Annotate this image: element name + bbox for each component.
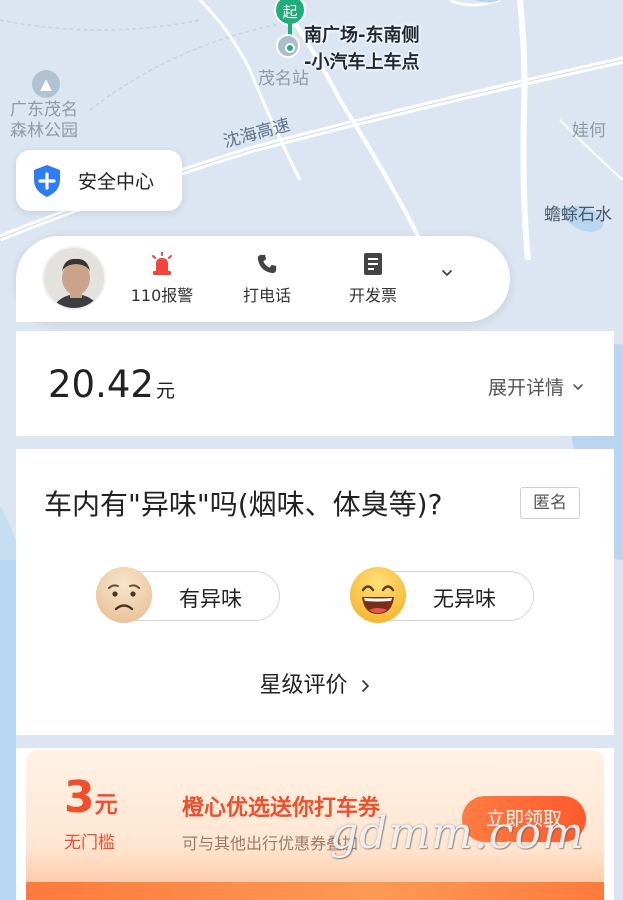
village-label: 娃何 xyxy=(572,121,606,141)
pickup-line-1: 南广场-东南侧 xyxy=(304,25,420,46)
has-odor-button[interactable]: 有异味 xyxy=(96,567,280,623)
safety-center-button[interactable]: 安全中心 xyxy=(16,150,182,211)
station-label: 茂名站 xyxy=(258,69,309,89)
expand-details-button[interactable]: 展开详情 xyxy=(488,373,584,400)
chevron-right-icon xyxy=(361,680,369,692)
anonymous-badge: 匿名 xyxy=(520,487,580,519)
driver-photo xyxy=(44,248,104,308)
coupon-unit: 元 xyxy=(94,792,118,818)
coupon-threshold: 无门槛 xyxy=(64,833,115,853)
no-odor-label: 无异味 xyxy=(433,587,496,611)
invoice-label: 开发票 xyxy=(348,286,397,305)
sad-face-icon xyxy=(96,567,152,623)
park-label: 广东茂名 森林公园 xyxy=(10,100,78,142)
expand-details-label: 展开详情 xyxy=(487,377,564,399)
odor-question: 车内有"异味"吗(烟味、体臭等)? xyxy=(44,488,443,521)
fare-amount-wrap: 20.42 元 xyxy=(48,363,175,406)
fare-unit: 元 xyxy=(155,380,175,402)
phone-icon xyxy=(257,254,277,274)
driver-action-bar: 110报警 打电话 开发票 xyxy=(16,236,510,322)
happy-face-icon xyxy=(350,567,406,623)
park-label-line-2: 森林公园 xyxy=(10,121,78,141)
call-driver-label: 打电话 xyxy=(242,286,291,305)
pickup-line-2: -小汽车上车点 xyxy=(304,52,420,73)
alarm-light-icon xyxy=(152,252,172,275)
has-odor-label: 有异味 xyxy=(179,587,242,611)
police-alarm-label: 110报警 xyxy=(130,286,194,305)
fare-amount: 20.42 xyxy=(48,363,154,406)
coupon-amount-wrap: 3元 xyxy=(64,774,118,829)
shield-plus-icon xyxy=(34,164,60,197)
safety-center-label: 安全中心 xyxy=(78,171,155,193)
lake-label: 蟾蜍石水 xyxy=(544,205,612,225)
driver-avatar[interactable] xyxy=(42,246,106,310)
park-icon: ▲ xyxy=(32,70,60,98)
coupon-amount: 3 xyxy=(64,772,95,823)
star-rating-link[interactable]: 星级评价 xyxy=(16,667,614,699)
pickup-dot-icon xyxy=(285,43,295,53)
call-driver-button[interactable]: 打电话 xyxy=(222,250,312,306)
invoice-icon xyxy=(364,253,382,275)
fare-card: 20.42 元 展开详情 xyxy=(16,331,614,436)
invoice-button[interactable]: 开发票 xyxy=(328,250,418,306)
no-odor-button[interactable]: 无异味 xyxy=(350,567,534,623)
pickup-point-label: 南广场-东南侧 -小汽车上车点 xyxy=(304,22,419,76)
watermark: gdmm.com xyxy=(330,808,585,859)
odor-feedback-card: 车内有"异味"吗(烟味、体臭等)? 匿名 有异味 无异味 星级评价 xyxy=(16,449,614,735)
police-alarm-button[interactable]: 110报警 xyxy=(117,250,207,306)
chevron-down-icon[interactable] xyxy=(440,266,454,280)
star-rating-label: 星级评价 xyxy=(259,673,348,698)
chevron-down-small-icon xyxy=(573,383,583,390)
park-label-line-1: 广东茂名 xyxy=(10,100,78,120)
promo-bottom-band xyxy=(26,882,604,900)
